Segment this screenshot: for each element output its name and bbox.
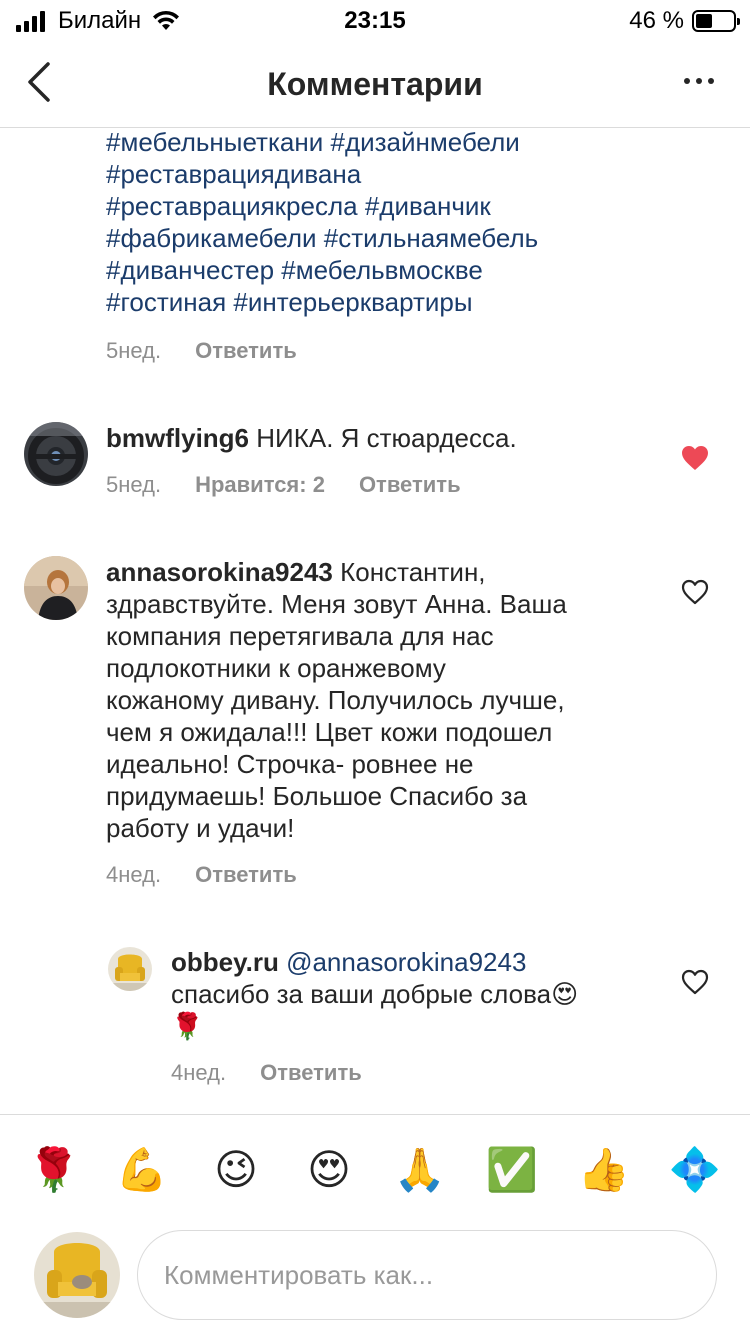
comment-line: кожаному дивану. Получилось лучше, xyxy=(106,685,565,715)
comment-line: спасибо за ваши добрые слова😍 xyxy=(171,979,579,1009)
hashtag-line[interactable]: #реставрациякресла #диванчик xyxy=(106,190,626,222)
avatar[interactable] xyxy=(24,556,88,620)
hashtag-line[interactable]: #мебельныеткани #дизайнмебели xyxy=(106,129,626,158)
reply-button[interactable]: Ответить xyxy=(195,338,297,364)
comment-username[interactable]: obbey.ru xyxy=(171,947,279,977)
battery-percent: 46 % xyxy=(629,7,684,34)
thumbs-up-emoji-button[interactable]: 👍 xyxy=(577,1143,631,1197)
comment-body: НИКА. Я стюардесса. xyxy=(249,423,517,453)
comments-list[interactable]: #мебельныеткани #дизайнмебели #реставрац… xyxy=(0,129,750,1115)
winking-face-emoji-button[interactable]: 😉 xyxy=(209,1143,263,1197)
comment-line: 🌹 xyxy=(171,1011,204,1041)
comment-text: annasorokina9243 Константин, здравствуйт… xyxy=(106,556,646,844)
comment-meta: 4нед. Ответить xyxy=(106,862,331,888)
avatar-yellow-chair-image xyxy=(34,1232,120,1318)
comment-line: чем я ожидала!!! Цвет кожи подошел xyxy=(106,717,553,747)
comment-line: придумаешь! Большое Спасибо за xyxy=(106,781,528,811)
comment-text: bmwflying6 НИКА. Я стюардесса. xyxy=(106,422,666,454)
hashtag-line[interactable]: #гостиная #интерьерквартиры xyxy=(106,286,626,318)
comment-body: Константин, xyxy=(332,557,486,587)
check-mark-emoji-button[interactable]: ✅ xyxy=(485,1143,539,1197)
rose-emoji-button[interactable]: 🌹 xyxy=(27,1143,81,1197)
nav-bar: Комментарии xyxy=(0,40,750,128)
reply-button[interactable]: Ответить xyxy=(195,862,297,888)
comment-input[interactable] xyxy=(138,1231,716,1319)
avatar-yellow-chair-image xyxy=(108,947,152,991)
comment-time: 5нед. xyxy=(106,338,162,363)
comment-username[interactable]: bmwflying6 xyxy=(106,423,249,453)
hashtag-text[interactable]: #мебельныеткани #дизайнмебели #реставрац… xyxy=(106,129,626,318)
comment-meta: 5нед. Нравится: 2 Ответить xyxy=(106,472,495,498)
avatar[interactable] xyxy=(24,422,88,486)
hashtag-line[interactable]: #реставрациядивана xyxy=(106,158,626,190)
comment-line: идеально! Строчка- ровнее не xyxy=(106,749,474,779)
comment-time: 4нед. xyxy=(106,862,162,887)
comment-time: 4нед. xyxy=(171,1060,227,1085)
comment-line: компания перетягивала для нас xyxy=(106,621,494,651)
diamond-emoji-button[interactable]: 💠 xyxy=(668,1143,722,1197)
comment-meta: 4нед. Ответить xyxy=(171,1060,396,1086)
comment-text: obbey.ru @annasorokina9243 спасибо за ва… xyxy=(171,946,641,1042)
avatar[interactable] xyxy=(108,947,152,991)
heart-outline-icon[interactable] xyxy=(681,969,709,995)
reply-button[interactable]: Ответить xyxy=(359,472,461,498)
battery-icon xyxy=(692,10,740,32)
comment-line: здравствуйте. Меня зовут Анна. Ваша xyxy=(106,589,567,619)
comment-meta: 5нед. Ответить xyxy=(106,338,331,364)
avatar-woman-image xyxy=(24,556,88,620)
comment-mention[interactable]: @annasorokina9243 xyxy=(279,947,526,977)
reply-button[interactable]: Ответить xyxy=(260,1060,362,1086)
comment-line: работу и удачи! xyxy=(106,813,295,843)
current-user-avatar xyxy=(34,1232,120,1318)
avatar-steering-wheel-image xyxy=(24,422,88,486)
likes-count[interactable]: Нравится: 2 xyxy=(195,472,325,498)
heart-outline-icon[interactable] xyxy=(681,579,709,605)
hashtag-line[interactable]: #диванчестер #мебельвмоскве xyxy=(106,254,626,286)
page-title: Комментарии xyxy=(267,66,483,102)
flexed-biceps-emoji-button[interactable]: 💪 xyxy=(115,1143,169,1197)
status-right: 46 % xyxy=(629,7,740,35)
emoji-quick-bar: 🌹 💪 😉 😍 🙏 ✅ 👍 💠 xyxy=(0,1114,750,1222)
heart-eyes-emoji-button[interactable]: 😍 xyxy=(302,1143,356,1197)
comment-line: подлокотники к оранжевому xyxy=(106,653,446,683)
comment-username[interactable]: annasorokina9243 xyxy=(106,557,333,587)
folded-hands-emoji-button[interactable]: 🙏 xyxy=(393,1143,447,1197)
heart-filled-icon[interactable] xyxy=(681,445,709,471)
hashtag-line[interactable]: #фабрикамебели #стильнаямебель xyxy=(106,222,626,254)
comment-time: 5нед. xyxy=(106,472,162,497)
status-bar: Билайн 23:15 46 % xyxy=(0,0,750,40)
more-options-icon[interactable] xyxy=(678,78,714,84)
comment-input-field[interactable] xyxy=(137,1230,717,1320)
